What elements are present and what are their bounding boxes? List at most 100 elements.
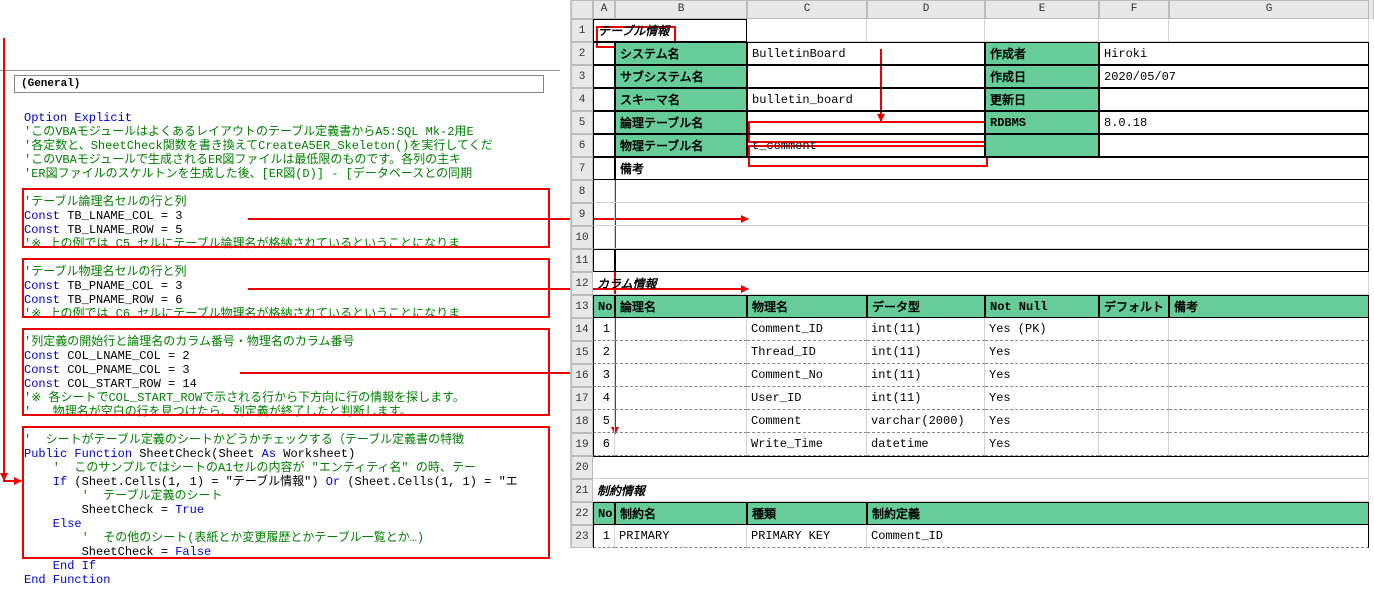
coldata-dtype[interactable]: int(11) xyxy=(867,387,985,410)
cnhdr-name[interactable]: 制約名 xyxy=(615,502,747,525)
select-all-cell[interactable] xyxy=(571,0,593,19)
coldata-lname[interactable] xyxy=(615,318,747,341)
cell[interactable] xyxy=(1099,341,1169,364)
cell[interactable] xyxy=(985,19,1099,42)
row-header[interactable]: 2 xyxy=(571,42,593,65)
cell[interactable] xyxy=(593,226,615,249)
val-system[interactable]: BulletinBoard xyxy=(747,42,985,65)
section-column-info[interactable]: カラム情報 xyxy=(593,272,1369,295)
cell[interactable] xyxy=(1099,88,1369,111)
coldata-no[interactable]: 3 xyxy=(593,364,615,387)
cell[interactable] xyxy=(1169,318,1369,341)
cell[interactable] xyxy=(1169,410,1369,433)
cell[interactable] xyxy=(1099,318,1169,341)
cell[interactable] xyxy=(747,111,985,134)
coldata-no[interactable]: 4 xyxy=(593,387,615,410)
coldata-lname[interactable] xyxy=(615,341,747,364)
coldata-notnull[interactable]: Yes xyxy=(985,364,1099,387)
val-physical-table[interactable]: t_comment xyxy=(747,134,985,157)
row-header[interactable]: 1 xyxy=(571,19,593,42)
cell[interactable] xyxy=(747,19,867,42)
row-header[interactable]: 7 xyxy=(571,157,593,180)
label-physical-table[interactable]: 物理テーブル名 xyxy=(615,134,747,157)
label-logical-table[interactable]: 論理テーブル名 xyxy=(615,111,747,134)
col-header-B[interactable]: B xyxy=(615,0,747,19)
coldata-no[interactable]: 6 xyxy=(593,433,615,456)
label-created[interactable]: 作成日 xyxy=(985,65,1099,88)
row-header[interactable]: 6 xyxy=(571,134,593,157)
coldata-no[interactable]: 5 xyxy=(593,410,615,433)
coldata-notnull[interactable]: Yes xyxy=(985,387,1099,410)
row-header[interactable]: 14 xyxy=(571,318,593,341)
label-schema[interactable]: スキーマ名 xyxy=(615,88,747,111)
colhdr-remark[interactable]: 備考 xyxy=(1169,295,1369,318)
coldata-no[interactable]: 2 xyxy=(593,341,615,364)
coldata-dtype[interactable]: int(11) xyxy=(867,341,985,364)
row-header[interactable]: 4 xyxy=(571,88,593,111)
coldata-pname[interactable]: Write_Time xyxy=(747,433,867,456)
label-rdbms[interactable]: RDBMS xyxy=(985,111,1099,134)
cell[interactable] xyxy=(593,65,615,88)
col-header-C[interactable]: C xyxy=(747,0,867,19)
coldata-notnull[interactable]: Yes xyxy=(985,410,1099,433)
label-updated[interactable]: 更新日 xyxy=(985,88,1099,111)
cndata-def[interactable]: Comment_ID xyxy=(867,525,1369,548)
coldata-notnull[interactable]: Yes xyxy=(985,433,1099,456)
cell[interactable] xyxy=(747,65,985,88)
cell[interactable] xyxy=(593,180,615,203)
row-header[interactable]: 9 xyxy=(571,203,593,226)
row-header[interactable]: 13 xyxy=(571,295,593,318)
cell[interactable] xyxy=(1099,433,1169,456)
col-header-D[interactable]: D xyxy=(867,0,985,19)
coldata-dtype[interactable]: int(11) xyxy=(867,318,985,341)
cell[interactable] xyxy=(867,19,985,42)
label-remark[interactable]: 備考 xyxy=(615,157,1369,180)
coldata-notnull[interactable]: Yes xyxy=(985,341,1099,364)
cell[interactable] xyxy=(593,88,615,111)
coldata-lname[interactable] xyxy=(615,364,747,387)
cell[interactable] xyxy=(1169,433,1369,456)
val-creator[interactable]: Hiroki xyxy=(1099,42,1369,65)
col-header-G[interactable]: G xyxy=(1169,0,1369,19)
label-creator[interactable]: 作成者 xyxy=(985,42,1099,65)
col-header-F[interactable]: F xyxy=(1099,0,1169,19)
row-header[interactable]: 5 xyxy=(571,111,593,134)
module-dropdown[interactable]: (General) xyxy=(14,75,544,93)
cell[interactable] xyxy=(1169,364,1369,387)
row-header[interactable]: 15 xyxy=(571,341,593,364)
colhdr-pname[interactable]: 物理名 xyxy=(747,295,867,318)
section-constraint-info[interactable]: 制約情報 xyxy=(593,479,1369,502)
cell[interactable] xyxy=(615,249,1369,272)
cell[interactable] xyxy=(593,157,615,180)
label-system[interactable]: システム名 xyxy=(615,42,747,65)
row-header[interactable]: 21 xyxy=(571,479,593,502)
cndata-name[interactable]: PRIMARY xyxy=(615,525,747,548)
cell[interactable] xyxy=(985,134,1099,157)
row-header[interactable]: 18 xyxy=(571,410,593,433)
cnhdr-no[interactable]: No. xyxy=(593,502,615,525)
cell[interactable] xyxy=(615,226,1369,249)
colhdr-notnull[interactable]: Not Null xyxy=(985,295,1099,318)
col-header-E[interactable]: E xyxy=(985,0,1099,19)
cell[interactable] xyxy=(593,134,615,157)
coldata-pname[interactable]: User_ID xyxy=(747,387,867,410)
coldata-dtype[interactable]: int(11) xyxy=(867,364,985,387)
coldata-pname[interactable]: Thread_ID xyxy=(747,341,867,364)
cell[interactable] xyxy=(1169,387,1369,410)
cndata-kind[interactable]: PRIMARY KEY xyxy=(747,525,867,548)
row-header[interactable]: 11 xyxy=(571,249,593,272)
coldata-notnull[interactable]: Yes (PK) xyxy=(985,318,1099,341)
coldata-dtype[interactable]: varchar(2000) xyxy=(867,410,985,433)
cell[interactable] xyxy=(1099,410,1169,433)
cell[interactable] xyxy=(1169,341,1369,364)
colhdr-default[interactable]: デフォルト xyxy=(1099,295,1169,318)
colhdr-dtype[interactable]: データ型 xyxy=(867,295,985,318)
row-header[interactable]: 22 xyxy=(571,502,593,525)
cnhdr-kind[interactable]: 種類 xyxy=(747,502,867,525)
cnhdr-def[interactable]: 制約定義 xyxy=(867,502,1369,525)
cell[interactable] xyxy=(615,180,1369,203)
cell[interactable] xyxy=(1099,364,1169,387)
colhdr-lname[interactable]: 論理名 xyxy=(615,295,747,318)
cell[interactable] xyxy=(1099,19,1169,42)
row-header[interactable]: 10 xyxy=(571,226,593,249)
